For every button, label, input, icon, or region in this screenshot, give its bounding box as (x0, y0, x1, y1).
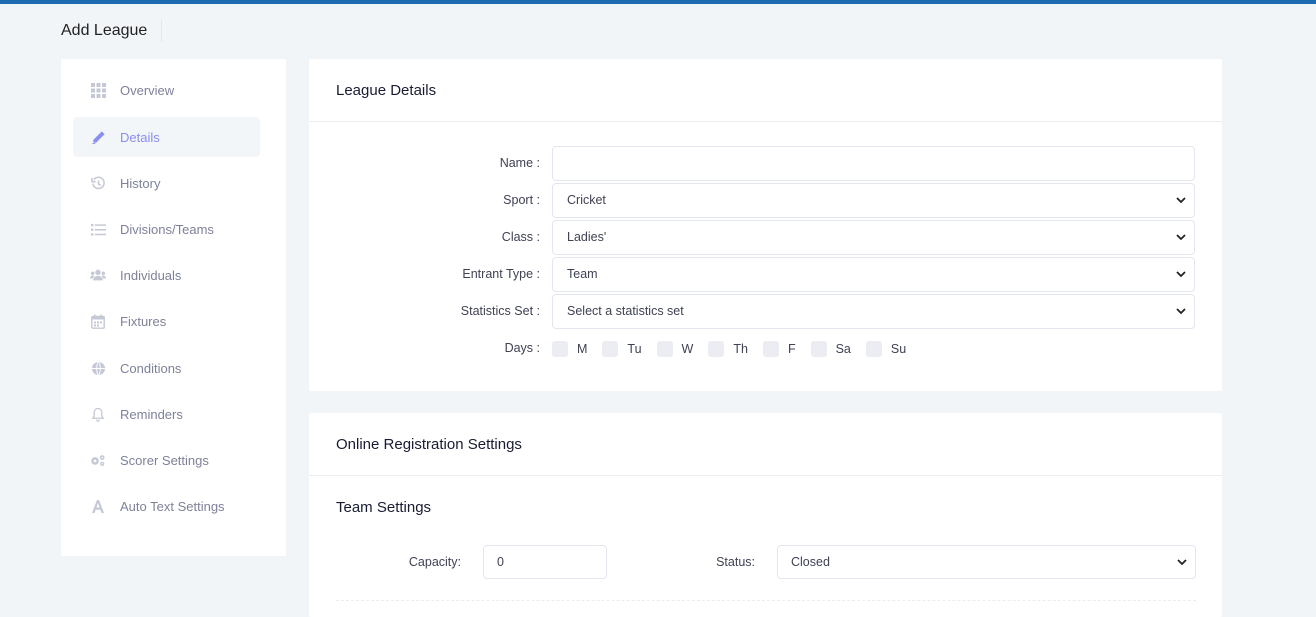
day-label: Th (733, 341, 748, 356)
status-value: Closed (791, 555, 830, 569)
sidebar-item-label: Overview (120, 82, 175, 98)
statistics-set-select[interactable]: Select a statistics set (552, 294, 1195, 329)
sidebar-item-details[interactable]: Details (73, 117, 260, 157)
status-label: Status: (716, 555, 755, 569)
day-checkbox-f[interactable] (762, 340, 779, 357)
entrant-type-row: Entrant Type : Team (309, 257, 1222, 292)
capacity-input[interactable]: 0 (483, 545, 607, 579)
day-label: F (787, 341, 796, 356)
day-checkbox-m[interactable] (552, 340, 568, 357)
bell-icon (90, 406, 106, 422)
chevron-down-icon (1176, 271, 1186, 278)
class-label: Class : (501, 230, 540, 244)
globe-icon (90, 360, 106, 376)
team-settings-heading: Team Settings (336, 499, 432, 516)
name-label: Name : (499, 156, 540, 170)
league-details-card: League Details Name : Sport : Cricket Cl… (309, 59, 1222, 391)
entrant-type-select[interactable]: Team (552, 257, 1195, 292)
day-option: M (552, 340, 588, 357)
day-option: W (656, 340, 694, 357)
sidebar-item-label: Conditions (120, 360, 182, 376)
users-icon (90, 267, 106, 283)
gears-icon (90, 452, 106, 468)
day-option: F (762, 340, 796, 357)
pencil-icon (90, 129, 106, 145)
entrant-type-label: Entrant Type : (462, 267, 540, 281)
day-label: Tu (627, 341, 642, 356)
day-label: W (681, 341, 694, 356)
registration-heading: Online Registration Settings (309, 413, 1222, 476)
chevron-down-icon (1176, 197, 1186, 204)
day-checkbox-sa[interactable] (810, 340, 827, 357)
day-label: Su (890, 341, 907, 356)
statistics-set-row: Statistics Set : Select a statistics set (309, 294, 1222, 329)
chevron-down-icon (1176, 234, 1186, 241)
day-label: Sa (835, 341, 851, 356)
day-option: Su (865, 340, 907, 357)
sport-row: Sport : Cricket (309, 183, 1222, 218)
sidebar-item-label: Details (120, 129, 160, 145)
font-icon (90, 498, 106, 514)
calendar-icon (90, 313, 106, 329)
sidebar-nav: Overview Details History Divisions/Teams… (61, 59, 286, 556)
sidebar-item-reminders[interactable]: Reminders (73, 394, 260, 434)
chevron-down-icon (1176, 308, 1186, 315)
sport-label: Sport : (503, 193, 540, 207)
name-row: Name : (309, 146, 1222, 181)
sidebar-item-scorer-settings[interactable]: Scorer Settings (73, 440, 260, 480)
sidebar-item-label: Auto Text Settings (120, 498, 225, 514)
days-row: Days : M Tu W Th F Sa Su (309, 331, 1222, 366)
days-checkbox-group: M Tu W Th F Sa Su (552, 331, 921, 366)
section-divider (336, 600, 1196, 601)
day-checkbox-w[interactable] (656, 340, 673, 357)
page-title: Add League (61, 20, 163, 42)
day-checkbox-th[interactable] (708, 340, 725, 357)
sidebar-item-divisions-teams[interactable]: Divisions/Teams (73, 209, 260, 249)
sidebar-item-auto-text-settings[interactable]: Auto Text Settings (73, 486, 260, 526)
sidebar-item-label: Reminders (120, 406, 183, 422)
day-checkbox-tu[interactable] (602, 340, 619, 357)
sidebar-item-label: Divisions/Teams (120, 221, 214, 237)
sport-select[interactable]: Cricket (552, 183, 1195, 218)
sidebar-item-history[interactable]: History (73, 163, 260, 203)
sidebar-item-label: Fixtures (120, 313, 167, 329)
registration-settings-card: Online Registration Settings Team Settin… (309, 413, 1222, 617)
sport-value: Cricket (567, 193, 606, 207)
day-option: Sa (810, 340, 851, 357)
top-accent-bar (0, 0, 1316, 4)
day-option: Th (708, 340, 748, 357)
name-input[interactable] (552, 146, 1195, 181)
day-option: Tu (602, 340, 642, 357)
capacity-label: Capacity: (408, 555, 461, 569)
sidebar-item-conditions[interactable]: Conditions (73, 348, 260, 388)
days-label: Days : (504, 341, 540, 355)
grid-icon (90, 82, 106, 98)
status-select[interactable]: Closed (777, 545, 1196, 579)
sidebar-item-label: History (120, 175, 161, 191)
class-value: Ladies' (567, 230, 607, 244)
class-select[interactable]: Ladies' (552, 220, 1195, 255)
day-label: M (577, 341, 588, 356)
history-icon (90, 175, 106, 191)
chevron-down-icon (1177, 559, 1187, 566)
sidebar-item-label: Individuals (120, 267, 182, 283)
sidebar-item-label: Scorer Settings (120, 452, 209, 468)
day-checkbox-su[interactable] (865, 340, 882, 357)
league-details-heading: League Details (309, 59, 1222, 122)
statistics-set-value: Select a statistics set (567, 304, 684, 318)
entrant-type-value: Team (567, 267, 598, 281)
sidebar-item-individuals[interactable]: Individuals (73, 255, 260, 295)
statistics-set-label: Statistics Set : (460, 304, 540, 318)
sidebar-item-fixtures[interactable]: Fixtures (73, 301, 260, 341)
sidebar-item-overview[interactable]: Overview (73, 70, 260, 110)
list-icon (90, 221, 106, 237)
class-row: Class : Ladies' (309, 220, 1222, 255)
